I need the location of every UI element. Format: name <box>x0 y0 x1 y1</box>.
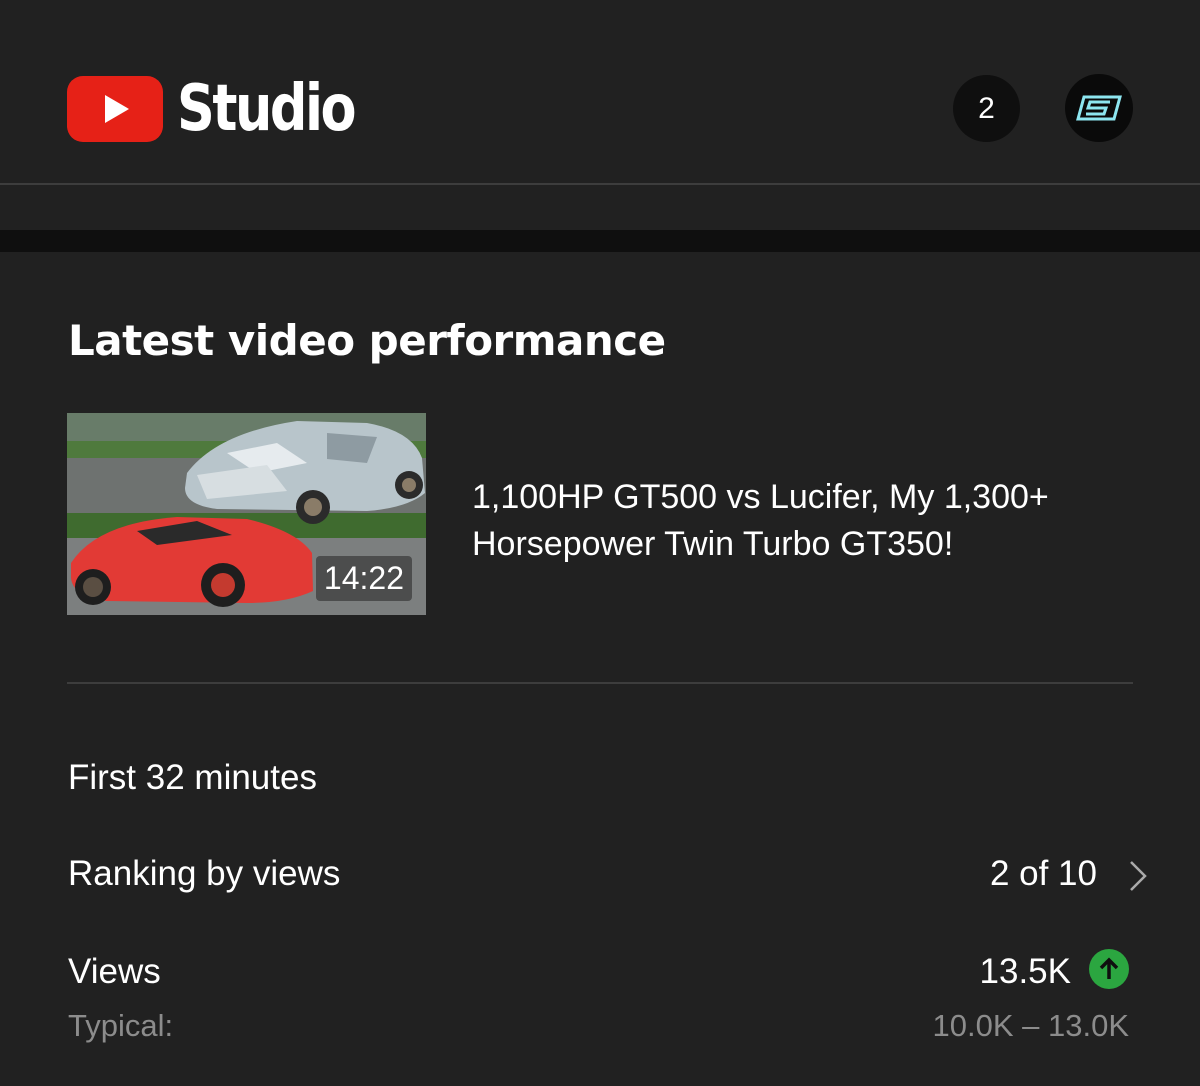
section-separator <box>0 230 1200 252</box>
ranking-label[interactable]: Ranking by views <box>68 854 340 894</box>
top-app-bar: Studio 2 <box>0 0 1200 184</box>
video-duration: 14:22 <box>315 556 412 601</box>
period-label: First 32 minutes <box>68 758 317 797</box>
app-name: Studio <box>177 72 357 146</box>
studio-logo[interactable]: Studio <box>67 74 393 144</box>
chevron-right-icon[interactable] <box>1127 859 1149 898</box>
notifications-count: 2 <box>978 91 995 125</box>
tab-strip-area <box>0 185 1200 230</box>
video-thumbnail[interactable]: 14:22 <box>67 413 426 615</box>
yt-studio-app: Studio 2 Latest video performance 14:22 … <box>0 0 1200 1086</box>
card-title: Latest video performance <box>68 316 666 365</box>
typical-label: Typical: <box>68 1008 174 1043</box>
card-divider <box>67 682 1133 684</box>
ranking-value[interactable]: 2 of 10 <box>990 854 1097 894</box>
views-label: Views <box>68 952 161 991</box>
arrow-up-icon <box>1089 949 1129 989</box>
views-value: 13.5K <box>979 952 1071 991</box>
channel-avatar-logo <box>1076 95 1122 121</box>
typical-range: 10.0K – 13.0K <box>932 1008 1130 1043</box>
video-title[interactable]: 1,100HP GT500 vs Lucifer, My 1,300+ Hors… <box>472 474 1172 568</box>
youtube-play-icon <box>67 76 163 142</box>
account-avatar-button[interactable] <box>1065 74 1133 142</box>
latest-video-performance-card: Latest video performance 14:22 1,100HP G… <box>0 252 1200 1086</box>
notifications-button[interactable]: 2 <box>953 75 1020 142</box>
